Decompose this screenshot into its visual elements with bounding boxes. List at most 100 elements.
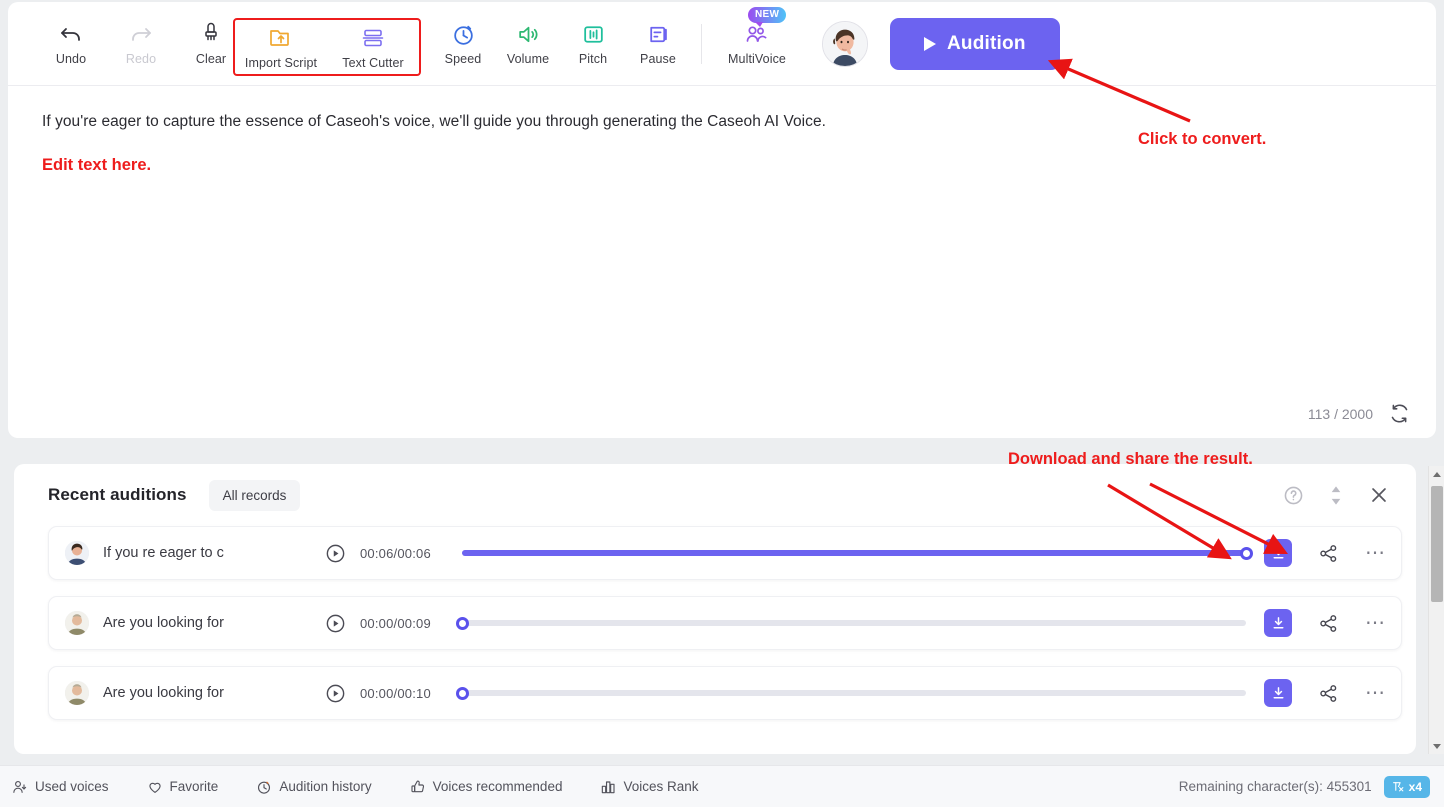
- toolbar-divider: [701, 23, 702, 64]
- bottom-item-label: Favorite: [169, 779, 219, 794]
- pause-button[interactable]: Pause: [627, 13, 689, 75]
- progress-track[interactable]: [455, 616, 1246, 630]
- avatar: [65, 681, 89, 705]
- progress-track[interactable]: [455, 686, 1246, 700]
- clear-label: Clear: [195, 52, 227, 66]
- clear-brush-icon: [199, 21, 223, 47]
- remaining-characters-label: Remaining character(s): 455301: [1178, 779, 1372, 794]
- speed-label: Speed: [444, 52, 482, 66]
- audition-time: 00:06/00:06: [360, 545, 431, 561]
- progress-fill: [462, 550, 1246, 556]
- auditions-list: If you re eager to c 00:06/00:06 ⋯ Are y…: [14, 526, 1416, 720]
- audition-button[interactable]: Audition: [890, 17, 1060, 70]
- more-options-icon[interactable]: ⋯: [1365, 683, 1387, 703]
- thumbs-up-icon: [410, 779, 426, 795]
- editor-annotation-note: Edit text here.: [42, 156, 152, 175]
- annotation-click-to-convert: Click to convert.: [1138, 130, 1267, 148]
- character-counter-text: 113 / 2000: [1308, 406, 1373, 422]
- bottom-item-label: Audition history: [279, 779, 372, 794]
- play-icon: [924, 36, 936, 51]
- audition-label: Audition: [947, 32, 1026, 54]
- more-options-icon[interactable]: ⋯: [1365, 543, 1387, 563]
- char-count: 113: [1307, 405, 1331, 422]
- text-cutter-button[interactable]: Text Cutter: [328, 16, 418, 78]
- redo-label: Redo: [125, 52, 157, 66]
- table-row[interactable]: If you re eager to c 00:06/00:06 ⋯: [48, 526, 1402, 580]
- rank-bars-icon: [600, 779, 616, 795]
- download-icon[interactable]: [1264, 609, 1292, 637]
- panel-header-actions: [1283, 464, 1390, 526]
- play-circle-icon[interactable]: [325, 543, 346, 564]
- audition-title: Are you looking for: [103, 615, 224, 631]
- multivoice-button[interactable]: NEW MultiVoice: [714, 6, 800, 75]
- undo-button[interactable]: Undo: [40, 13, 102, 75]
- panel-scrollbar[interactable]: [1428, 466, 1444, 754]
- scroll-down-arrow-icon[interactable]: [1429, 738, 1444, 754]
- bottom-item-voices-rank[interactable]: Voices Rank: [600, 779, 699, 795]
- highlight-box-import-textcutter: Import Script Text Cutter: [233, 18, 421, 76]
- import-script-button[interactable]: Import Script: [236, 16, 326, 78]
- volume-speaker-icon: [516, 21, 541, 47]
- editor-card: Undo Redo Clear Import Script Text Cutte…: [8, 2, 1436, 438]
- bottom-bar: Used voices Favorite Audition history Vo…: [0, 765, 1444, 807]
- avatar: [65, 541, 89, 565]
- history-clock-icon: [256, 779, 272, 795]
- multiplier-badge-label: x4: [1408, 779, 1422, 794]
- user-avatar[interactable]: [822, 20, 868, 67]
- scrollbar-thumb[interactable]: [1431, 486, 1443, 602]
- audition-title: Are you looking for: [103, 685, 224, 701]
- audition-title: If you re eager to c: [103, 545, 224, 561]
- play-circle-icon[interactable]: [325, 613, 346, 634]
- download-icon[interactable]: [1264, 679, 1292, 707]
- close-icon[interactable]: [1368, 484, 1390, 506]
- progress-track[interactable]: [462, 546, 1253, 560]
- table-row[interactable]: Are you looking for 00:00/00:10 ⋯: [48, 666, 1402, 720]
- volume-button[interactable]: Volume: [497, 13, 559, 75]
- used-voices-icon: [12, 779, 28, 795]
- undo-icon: [59, 21, 83, 47]
- refresh-icon[interactable]: [1389, 403, 1410, 424]
- all-records-button[interactable]: All records: [208, 479, 301, 511]
- app-root: Undo Redo Clear Import Script Text Cutte…: [0, 0, 1444, 807]
- scroll-up-arrow-icon[interactable]: [1429, 466, 1444, 482]
- pitch-button[interactable]: Pitch: [562, 13, 624, 75]
- play-circle-icon[interactable]: [325, 683, 346, 704]
- bottom-item-label: Used voices: [35, 779, 109, 794]
- panel-header: Recent auditions All records: [14, 464, 1416, 526]
- avatar: [65, 611, 89, 635]
- progress-thumb[interactable]: [455, 686, 469, 700]
- bottom-item-label: Voices recommended: [432, 779, 563, 794]
- bottom-item-label: Voices Rank: [623, 779, 699, 794]
- text-cutter-icon: [361, 25, 385, 51]
- bottom-item-audition-history[interactable]: Audition history: [256, 779, 372, 795]
- progress-thumb[interactable]: [455, 616, 469, 630]
- share-icon[interactable]: [1318, 613, 1339, 634]
- redo-button[interactable]: Redo: [110, 13, 172, 75]
- toolbar: Undo Redo Clear Import Script Text Cutte…: [8, 2, 1436, 86]
- multivoice-label: MultiVoice: [728, 52, 786, 66]
- help-icon[interactable]: [1283, 485, 1304, 506]
- undo-label: Undo: [55, 52, 87, 66]
- speed-button[interactable]: Speed: [432, 13, 494, 75]
- share-icon[interactable]: [1318, 683, 1339, 704]
- progress-thumb[interactable]: [1239, 546, 1253, 560]
- volume-label: Volume: [506, 52, 550, 66]
- pitch-label: Pitch: [578, 52, 608, 66]
- bottom-item-used-voices[interactable]: Used voices: [12, 779, 109, 795]
- bottom-item-favorite[interactable]: Favorite: [147, 779, 219, 795]
- multiplier-badge[interactable]: x4: [1383, 775, 1430, 798]
- pause-label: Pause: [640, 52, 676, 66]
- heart-icon: [147, 779, 163, 795]
- text-cutter-label: Text Cutter: [342, 55, 404, 70]
- pitch-equalizer-icon: [581, 21, 606, 47]
- bottom-item-voices-recommended[interactable]: Voices recommended: [410, 779, 563, 795]
- new-badge: NEW: [748, 6, 787, 27]
- more-options-icon[interactable]: ⋯: [1365, 613, 1387, 633]
- table-row[interactable]: Are you looking for 00:00/00:09 ⋯: [48, 596, 1402, 650]
- redo-icon: [129, 21, 153, 47]
- download-icon[interactable]: [1264, 539, 1292, 567]
- sort-updown-icon[interactable]: [1328, 485, 1344, 506]
- char-limit: 2000: [1341, 405, 1373, 422]
- annotation-download-share: Download and share the result.: [1008, 450, 1253, 468]
- share-icon[interactable]: [1318, 543, 1339, 564]
